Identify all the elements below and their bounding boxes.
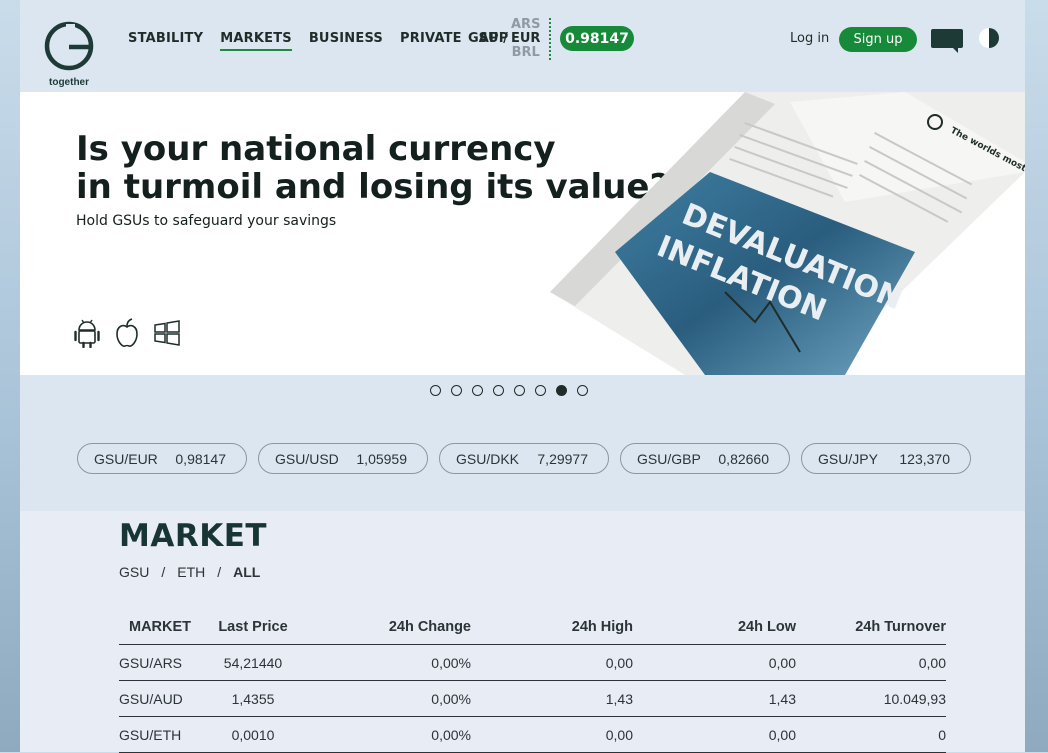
ticker-item[interactable]: GSU/GBP 0,82660 bbox=[620, 443, 790, 474]
logo[interactable]: together bbox=[42, 20, 98, 88]
cell-24h-change: 0,00% bbox=[431, 654, 471, 671]
table-row[interactable]: GSU/AUD 1,4355 0,00% 1,43 1,43 10.049,93 bbox=[119, 681, 946, 717]
rate-ticker: GSU/EUR 0,98147 GSU/USD 1,05959 GSU/DKK … bbox=[77, 443, 971, 474]
ticker-pair: GSU/DKK bbox=[456, 450, 520, 467]
cell-24h-low: 1,43 bbox=[768, 690, 796, 707]
apple-icon[interactable] bbox=[114, 318, 140, 348]
carousel-dots bbox=[430, 385, 588, 396]
column-header-market[interactable]: MARKET bbox=[119, 619, 208, 635]
ticker-item[interactable]: GSU/DKK 7,29977 bbox=[439, 443, 609, 474]
ticker-item[interactable]: GSU/USD 1,05959 bbox=[258, 443, 428, 474]
ticker-value: 0,98147 bbox=[175, 450, 226, 467]
ticker-value: 123,370 bbox=[899, 450, 950, 467]
cell-market: GSU/AUD bbox=[119, 690, 183, 707]
table-row[interactable]: GSU/ARS 54,21440 0,00% 0,00 0,00 0,00 bbox=[119, 645, 946, 681]
column-header-24h-turnover[interactable]: 24h Turnover bbox=[796, 619, 946, 635]
ticker-item[interactable]: GSU/JPY 123,370 bbox=[801, 443, 971, 474]
market-section: MARKET GSU / ETH / ALL MARKET Last Price… bbox=[20, 511, 1025, 753]
carousel-dot-active[interactable] bbox=[556, 385, 567, 396]
cell-24h-change: 0,00% bbox=[431, 726, 471, 743]
filter-separator: / bbox=[161, 564, 166, 580]
column-header-24h-high[interactable]: 24h High bbox=[471, 619, 633, 635]
signup-button[interactable]: Sign up bbox=[839, 27, 917, 52]
cell-last-price: 54,21440 bbox=[223, 654, 283, 671]
windows-icon[interactable] bbox=[154, 318, 180, 348]
cell-24h-high: 0,00 bbox=[605, 654, 633, 671]
ticker-item[interactable]: GSU/EUR 0,98147 bbox=[77, 443, 247, 474]
nav-business[interactable]: BUSINESS bbox=[309, 31, 383, 51]
contrast-icon[interactable] bbox=[978, 27, 1000, 49]
nav-markets[interactable]: MARKETS bbox=[220, 31, 292, 51]
ticker-value: 1,05959 bbox=[356, 450, 407, 467]
ticker-pair: GSU/USD bbox=[275, 450, 339, 467]
currency-selector[interactable]: ARS EUR BRL bbox=[511, 18, 540, 60]
site-header: together STABILITY MARKETS BUSINESS PRIV… bbox=[20, 0, 1025, 92]
market-table: MARKET Last Price 24h Change 24h High 24… bbox=[119, 609, 946, 753]
cell-24h-turnover: 0,00 bbox=[918, 654, 946, 671]
newspaper-illustration: DEVALUATION INFLATION The worlds most st… bbox=[550, 92, 1025, 375]
column-header-last-price[interactable]: Last Price bbox=[208, 619, 298, 635]
cell-last-price: 1,4355 bbox=[231, 690, 275, 707]
carousel-dot[interactable] bbox=[451, 385, 462, 396]
ticker-pair: GSU/GBP bbox=[637, 450, 701, 467]
app-store-links bbox=[74, 318, 180, 349]
cell-24h-low: 0,00 bbox=[768, 726, 796, 743]
ticker-pair: GSU/EUR bbox=[94, 450, 158, 467]
cell-market: GSU/ETH bbox=[119, 726, 182, 743]
column-header-24h-change[interactable]: 24h Change bbox=[298, 619, 471, 635]
ticker-value: 0,82660 bbox=[718, 450, 769, 467]
nav-private[interactable]: PRIVATE bbox=[400, 31, 462, 51]
hero-headline-line-1: Is your national currency bbox=[76, 129, 556, 169]
market-title: MARKET bbox=[119, 518, 268, 554]
carousel-dot[interactable] bbox=[535, 385, 546, 396]
android-icon[interactable] bbox=[74, 318, 100, 349]
rate-badge: 0.98147 bbox=[560, 26, 634, 51]
carousel-dot[interactable] bbox=[577, 385, 588, 396]
currency-option-eur[interactable]: EUR bbox=[511, 32, 540, 46]
gsu-label: GSU / bbox=[468, 31, 508, 46]
cell-24h-high: 1,43 bbox=[605, 690, 633, 707]
filter-gsu[interactable]: GSU bbox=[119, 564, 149, 580]
main-nav: STABILITY MARKETS BUSINESS PRIVATE APP bbox=[128, 31, 508, 51]
page-frame: together STABILITY MARKETS BUSINESS PRIV… bbox=[20, 0, 1025, 753]
cell-market: GSU/ARS bbox=[119, 654, 183, 671]
table-header: MARKET Last Price 24h Change 24h High 24… bbox=[119, 609, 946, 645]
carousel-dot[interactable] bbox=[472, 385, 483, 396]
cell-last-price: 0,0010 bbox=[231, 726, 275, 743]
carousel-dot[interactable] bbox=[493, 385, 504, 396]
cell-24h-turnover: 10.049,93 bbox=[883, 690, 946, 707]
chat-icon[interactable] bbox=[930, 28, 964, 54]
currency-option-brl[interactable]: BRL bbox=[511, 46, 540, 60]
filter-separator: / bbox=[217, 564, 222, 580]
cell-24h-high: 0,00 bbox=[605, 726, 633, 743]
cell-24h-turnover: 0 bbox=[938, 726, 946, 743]
filter-all[interactable]: ALL bbox=[233, 564, 260, 580]
hero-subline: Hold GSUs to safeguard your savings bbox=[76, 213, 337, 229]
currency-option-ars[interactable]: ARS bbox=[511, 18, 540, 32]
cell-24h-low: 0,00 bbox=[768, 654, 796, 671]
cell-24h-change: 0,00% bbox=[431, 690, 471, 707]
carousel-dot[interactable] bbox=[430, 385, 441, 396]
svg-text:together: together bbox=[49, 77, 89, 88]
table-row[interactable]: GSU/ETH 0,0010 0,00% 0,00 0,00 0 bbox=[119, 717, 946, 753]
filter-eth[interactable]: ETH bbox=[177, 564, 205, 580]
column-header-24h-low[interactable]: 24h Low bbox=[633, 619, 796, 635]
ticker-value: 7,29977 bbox=[537, 450, 588, 467]
carousel-dot[interactable] bbox=[514, 385, 525, 396]
nav-stability[interactable]: STABILITY bbox=[128, 31, 203, 51]
market-filter: GSU / ETH / ALL bbox=[119, 564, 260, 580]
currency-divider bbox=[549, 18, 551, 60]
login-link[interactable]: Log in bbox=[790, 31, 829, 46]
ticker-pair: GSU/JPY bbox=[818, 450, 878, 467]
hero-banner: Is your national currency in turmoil and… bbox=[20, 92, 1025, 375]
